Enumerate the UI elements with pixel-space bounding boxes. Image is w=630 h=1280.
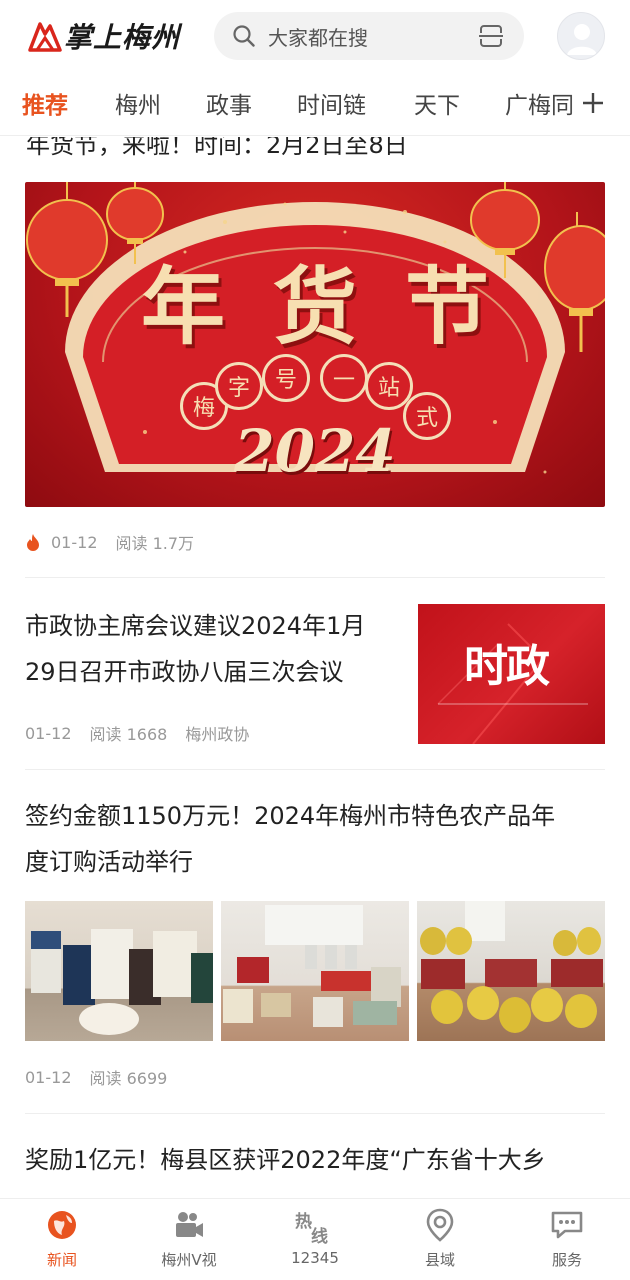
article-title[interactable]: 签约金额1150万元！2024年梅州市特色农产品年 度订购活动举行 (25, 793, 610, 885)
logo-text: 掌上梅州 (64, 21, 181, 54)
article-title-line: 29日召开市政协八届三次会议 (25, 658, 344, 686)
news-globe-icon (48, 1211, 76, 1239)
tab-timeline[interactable]: 时间链 (297, 86, 366, 120)
nav-hotline[interactable]: 热 线 12345 (265, 1207, 365, 1267)
article-reads: 阅读 1.7万 (115, 534, 195, 553)
app-header: 掌上梅州 大家都在搜 (0, 0, 630, 72)
article-reads: 阅读 1668 (89, 725, 168, 744)
user-avatar[interactable] (557, 12, 605, 60)
banner-circle-char: 字 (215, 362, 263, 410)
article-title[interactable]: 奖励1亿元！梅县区获评2022年度“广东省十大乡 (25, 1137, 610, 1183)
search-placeholder: 大家都在搜 (268, 25, 368, 50)
app-logo[interactable]: 掌上梅州 (26, 16, 186, 56)
news-feed[interactable]: 年货节，来啦！时间：2月2日至8日 年货节 梅 字 号 一 站 式 2024 0… (0, 137, 630, 1199)
channel-tabs: 推荐 梅州 政事 时间链 天下 广梅同 (0, 72, 630, 136)
location-pin-icon (426, 1208, 454, 1242)
new-year-goods-banner[interactable]: 年货节 梅 字 号 一 站 式 2024 (25, 182, 605, 507)
article-title-line: 奖励1亿元！梅县区获评2022年度“广东省十大乡 (25, 1146, 546, 1174)
hotline-icon-text: 线 (311, 1227, 328, 1247)
tab-politics[interactable]: 政事 (206, 86, 252, 120)
plus-icon (583, 93, 603, 113)
article-meta: 01-12 阅读 1668 梅州政协 (25, 721, 249, 745)
hot-flame-icon (27, 534, 39, 551)
nav-label: 12345 (291, 1249, 339, 1267)
service-chat-icon (551, 1211, 583, 1239)
photo-content (223, 905, 401, 1027)
article-title-line: 市政协主席会议建议2024年1月 (25, 612, 366, 640)
photo-content (31, 929, 213, 1035)
nav-label: 县域 (424, 1251, 455, 1269)
nav-county[interactable]: 县域 (390, 1207, 490, 1270)
divider (25, 769, 605, 770)
article-meta: 01-12 阅读 6699 (25, 1065, 167, 1089)
hotline-icon-text: 热 (295, 1212, 312, 1232)
article-source: 梅州政协 (185, 725, 250, 744)
article-title[interactable]: 市政协主席会议建议2024年1月 29日召开市政协八届三次会议 (25, 603, 405, 695)
divider (25, 577, 605, 578)
video-camera-icon (176, 1212, 203, 1237)
photo-content (420, 901, 603, 1033)
nav-service[interactable]: 服务 (517, 1207, 617, 1270)
banner-circle-char: 一 (320, 354, 368, 402)
nav-meizhou-video[interactable]: 梅州V视 (139, 1207, 239, 1270)
article-image-pomelos[interactable] (417, 901, 605, 1041)
search-bar[interactable]: 大家都在搜 (214, 12, 524, 60)
thumbnail-text: 时政 (464, 641, 550, 692)
add-channel-button[interactable] (570, 72, 630, 134)
article-date: 01-12 (25, 723, 72, 743)
politics-thumbnail[interactable]: 时政 (418, 604, 605, 744)
nav-label: 新闻 (46, 1251, 77, 1269)
hotline-icon: 热 线 (295, 1207, 335, 1247)
tab-recommend[interactable]: 推荐 (22, 86, 68, 120)
divider (25, 1113, 605, 1114)
flame-logo-icon (28, 22, 62, 52)
tab-world[interactable]: 天下 (414, 86, 460, 120)
article-image-rice-packages[interactable] (25, 901, 213, 1041)
article-reads: 阅读 6699 (89, 1069, 168, 1088)
nav-news[interactable]: 新闻 (12, 1207, 112, 1270)
article-title-line: 签约金额1150万元！2024年梅州市特色农产品年 (25, 802, 556, 830)
article-image-tea-products[interactable] (221, 901, 409, 1041)
article-meta: 01-12 阅读 1.7万 (25, 530, 194, 554)
avatar-icon (567, 24, 597, 55)
article-date: 01-12 (51, 532, 98, 552)
tab-meizhou[interactable]: 梅州 (115, 86, 161, 120)
nav-label: 梅州V视 (161, 1251, 217, 1269)
banner-circle-char: 号 (262, 354, 310, 402)
banner-headline: 年货节 (140, 257, 537, 356)
tab-guangmei[interactable]: 广梅同 (505, 86, 574, 120)
banner-year: 2024 (234, 417, 396, 485)
article-title-line: 度订购活动举行 (25, 848, 193, 876)
article-title-partial[interactable]: 年货节，来啦！时间：2月2日至8日 (26, 137, 408, 160)
bottom-navigation: 新闻 梅州V视 热 线 12345 县域 服务 (0, 1198, 630, 1280)
scan-icon[interactable] (478, 24, 504, 48)
search-icon (233, 25, 255, 47)
article-date: 01-12 (25, 1067, 72, 1087)
nav-label: 服务 (551, 1251, 582, 1269)
